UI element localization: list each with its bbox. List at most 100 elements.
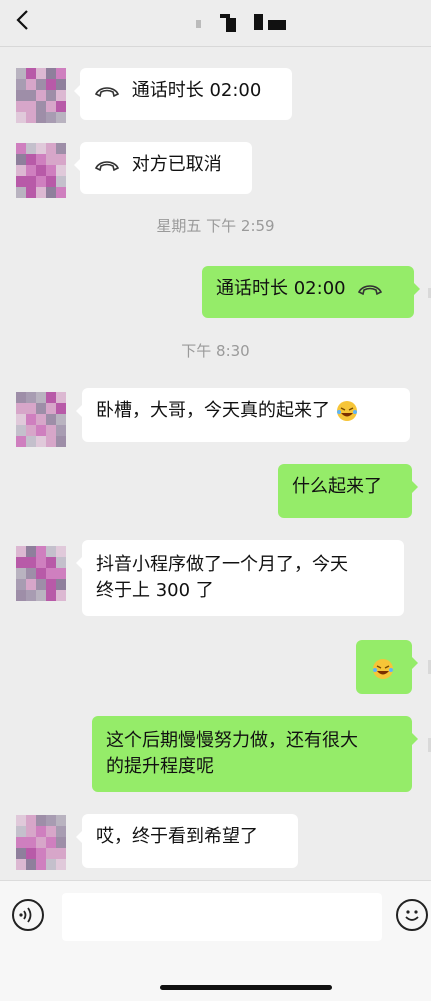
avatar-pixel xyxy=(56,568,66,579)
message-bubble[interactable]: 哎，终于看到希望了 xyxy=(76,814,298,868)
avatar-pixel xyxy=(16,826,26,837)
avatar-pixel xyxy=(46,176,56,187)
avatar-pixel xyxy=(36,826,46,837)
avatar-pixel xyxy=(26,546,36,557)
avatar-pixel xyxy=(46,112,56,123)
avatar-pixel xyxy=(56,414,66,425)
avatar-pixel xyxy=(16,425,26,436)
avatar-pixel xyxy=(26,425,36,436)
avatar-pixel xyxy=(26,403,36,414)
avatar-pixel xyxy=(46,154,56,165)
avatar-pixel xyxy=(56,68,66,79)
avatar-pixel xyxy=(36,859,46,870)
message-text-line: 的提升程度呢 xyxy=(106,756,214,777)
avatar-pixel xyxy=(36,414,46,425)
avatar-pixel xyxy=(16,436,26,447)
message-bubble-call[interactable]: 通话时长 02:00 xyxy=(202,266,420,318)
avatar-pixel xyxy=(46,568,56,579)
message-bubble-call[interactable]: 对方已取消 xyxy=(74,142,252,194)
avatar-pixel xyxy=(46,557,56,568)
avatar-pixel xyxy=(56,90,66,101)
chat-header xyxy=(0,0,431,47)
avatar-pixel xyxy=(36,101,46,112)
avatar-pixel xyxy=(16,154,26,165)
message-bubble[interactable]: 卧槽，大哥，今天真的起来了 xyxy=(76,388,410,442)
avatar-pixel xyxy=(56,848,66,859)
avatar-pixel xyxy=(26,579,36,590)
avatar-pixel xyxy=(56,112,66,123)
message-bubble[interactable]: 抖音小程序做了一个月了，今天 终于上 300 了 xyxy=(76,540,404,616)
avatar-pixel xyxy=(56,425,66,436)
avatar[interactable] xyxy=(16,68,66,124)
avatar-pixel xyxy=(46,579,56,590)
avatar-pixel xyxy=(36,837,46,848)
avatar-pixel xyxy=(36,79,46,90)
avatar-pixel xyxy=(56,154,66,165)
message-bubble[interactable]: 什么起来了 xyxy=(278,464,418,518)
avatar-pixel xyxy=(36,557,46,568)
avatar-pixel xyxy=(16,392,26,403)
avatar-pixel xyxy=(26,165,36,176)
avatar-pixel xyxy=(46,425,56,436)
message-text-line: 这个后期慢慢努力做，还有很大 xyxy=(106,730,358,751)
avatar-pixel xyxy=(26,826,36,837)
avatar-pixel xyxy=(36,425,46,436)
message-text-line: 终于上 300 了 xyxy=(96,580,214,601)
avatar-pixel xyxy=(56,165,66,176)
avatar-pixel xyxy=(46,68,56,79)
timestamp: 星期五 下午 2:59 xyxy=(156,217,275,235)
avatar-pixel xyxy=(46,546,56,557)
avatar-pixel xyxy=(56,590,66,601)
avatar-pixel xyxy=(36,436,46,447)
avatar-pixel xyxy=(26,187,36,198)
avatar-pixel xyxy=(56,143,66,154)
message-bubble[interactable]: 这个后期慢慢努力做，还有很大 的提升程度呢 xyxy=(92,716,418,792)
avatar-pixel xyxy=(36,392,46,403)
avatar-pixel xyxy=(56,815,66,826)
avatar-pixel xyxy=(46,165,56,176)
avatar-pixel xyxy=(56,859,66,870)
avatar-pixel xyxy=(16,579,26,590)
avatar-pixel xyxy=(46,79,56,90)
avatar-pixel xyxy=(46,436,56,447)
avatar-pixel xyxy=(46,859,56,870)
call-text: 对方已取消 xyxy=(131,154,222,175)
avatar-pixel xyxy=(56,392,66,403)
message-bubble-call[interactable]: 通话时长 02:00 xyxy=(74,68,292,120)
avatar-pixel xyxy=(16,165,26,176)
avatar-pixel xyxy=(16,176,26,187)
avatar-pixel xyxy=(36,568,46,579)
avatar-pixel xyxy=(46,403,56,414)
avatar-pixel xyxy=(36,815,46,826)
avatar-pixel xyxy=(36,403,46,414)
avatar-pixel xyxy=(16,101,26,112)
avatar[interactable] xyxy=(16,392,66,448)
avatar-pixel xyxy=(16,79,26,90)
avatar[interactable] xyxy=(16,143,66,199)
avatar-pixel xyxy=(16,68,26,79)
home-indicator xyxy=(160,985,332,990)
laughing-emoji xyxy=(336,401,357,421)
avatar-pixel xyxy=(26,859,36,870)
message-text: 什么起来了 xyxy=(292,476,382,497)
avatar-pixel xyxy=(56,187,66,198)
smiley-icon[interactable] xyxy=(396,899,428,931)
avatar-pixel xyxy=(56,557,66,568)
avatar-pixel xyxy=(56,176,66,187)
message-bubble-emoji[interactable] xyxy=(356,640,418,694)
message-input[interactable] xyxy=(62,893,382,941)
phone-hangup-icon xyxy=(94,87,120,98)
avatar-pixel xyxy=(16,403,26,414)
avatar-pixel xyxy=(46,143,56,154)
call-text: 通话时长 02:00 xyxy=(216,278,346,299)
avatar-pixel xyxy=(26,79,36,90)
voice-icon[interactable] xyxy=(12,899,44,931)
avatar[interactable] xyxy=(16,546,66,602)
call-text: 通话时长 02:00 xyxy=(131,80,262,101)
avatar-pixel xyxy=(56,837,66,848)
chevron-left-icon[interactable] xyxy=(12,8,36,32)
avatar-pixel xyxy=(16,187,26,198)
avatar[interactable] xyxy=(16,815,66,871)
avatar-pixel xyxy=(46,815,56,826)
avatar-pixel xyxy=(16,568,26,579)
